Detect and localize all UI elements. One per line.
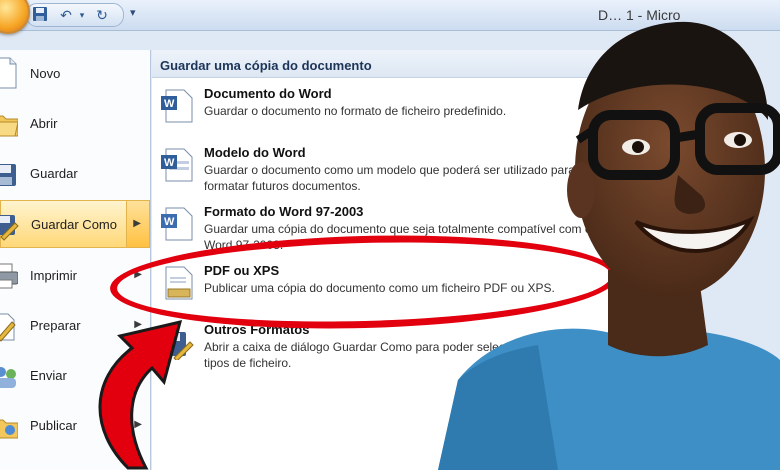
chevron-right-icon: ▶ xyxy=(133,218,141,229)
menu-item-label: Novo xyxy=(30,66,61,81)
svg-text:W: W xyxy=(164,98,175,110)
menu-item-label: Guardar Como xyxy=(31,217,117,232)
quick-access-toolbar: ↶ ▾ ↻ xyxy=(26,3,124,27)
red-arrow-icon xyxy=(98,319,183,470)
option-title: Modelo do Word xyxy=(204,145,306,160)
send-people-icon xyxy=(0,358,18,392)
word-template-icon: W xyxy=(160,147,194,183)
menu-item-label: Enviar xyxy=(30,368,67,383)
menu-item-guardar-como[interactable]: Guardar Como ▶ xyxy=(0,200,150,248)
undo-dropdown-icon[interactable]: ▾ xyxy=(73,6,91,24)
option-title: Documento do Word xyxy=(204,86,332,101)
printer-icon xyxy=(0,258,19,292)
save-icon[interactable] xyxy=(31,6,49,24)
svg-text:W: W xyxy=(164,216,175,228)
redo-icon[interactable]: ↻ xyxy=(93,6,111,24)
option-title: Formato do Word 97-2003 xyxy=(204,204,364,219)
menu-item-abrir[interactable]: Abrir xyxy=(0,100,150,148)
menu-item-label: Abrir xyxy=(30,116,58,131)
save-as-icon xyxy=(0,207,19,241)
save-disk-icon xyxy=(0,156,18,190)
word-document-icon: W xyxy=(160,88,194,124)
new-document-icon xyxy=(0,56,18,90)
menu-item-label: Imprimir xyxy=(30,268,77,283)
submenu-title: Guardar uma cópia do documento xyxy=(160,58,372,73)
svg-text:W: W xyxy=(164,157,175,169)
word-97-2003-icon: W xyxy=(160,206,194,242)
menu-item-label: Preparar xyxy=(30,318,81,333)
publish-folder-icon xyxy=(0,408,19,442)
open-folder-icon xyxy=(0,106,19,140)
menu-item-guardar[interactable]: Guardar xyxy=(0,150,150,198)
menu-item-novo[interactable]: Novo xyxy=(0,50,150,98)
customize-quick-access-icon[interactable]: ▾ xyxy=(130,6,136,19)
menu-item-label: Guardar xyxy=(30,166,78,181)
menu-item-label: Publicar xyxy=(30,418,77,433)
prepare-pen-icon xyxy=(0,308,18,342)
person-photo xyxy=(438,21,780,470)
